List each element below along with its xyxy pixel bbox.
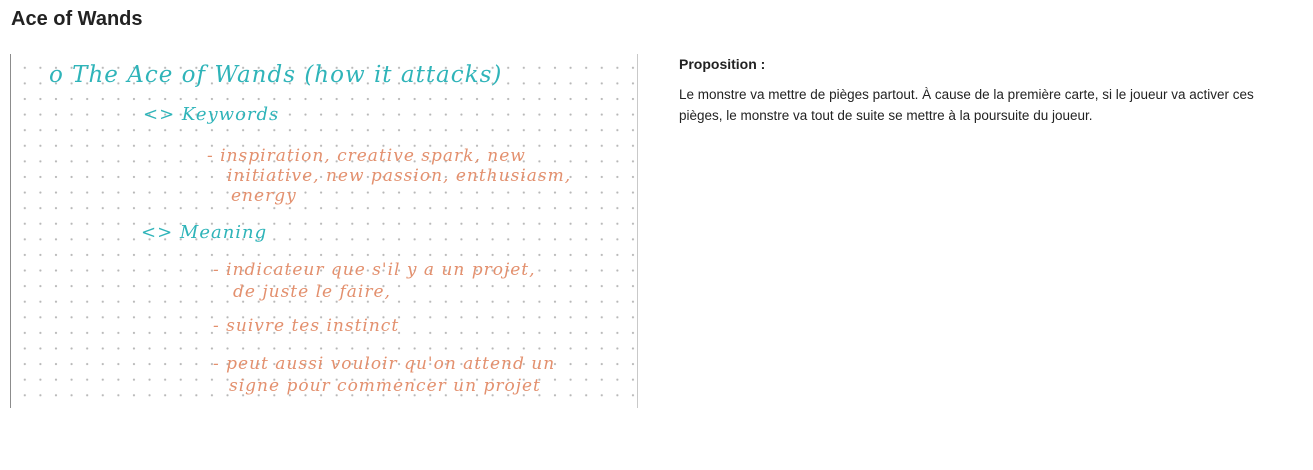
handwritten-notes-image: o The Ace of Wands (how it attacks) <> K… bbox=[10, 54, 638, 408]
meaning-line: - suivre tes instinct bbox=[213, 316, 400, 336]
meaning-label: <> Meaning bbox=[141, 222, 268, 243]
proposition-section: Proposition : Le monstre va mettre de pi… bbox=[679, 56, 1299, 126]
meaning-line: - peut aussi vouloir qu'on attend un bbox=[213, 354, 556, 374]
keywords-line: - inspiration, creative spark, new bbox=[207, 146, 526, 166]
proposition-text: Le monstre va mettre de pièges partout. … bbox=[679, 87, 1254, 123]
meaning-line: de juste le faire, bbox=[233, 282, 391, 302]
notes-heading: o The Ace of Wands (how it attacks) bbox=[49, 62, 503, 88]
meaning-line: signe pour commencer un projet bbox=[229, 376, 541, 396]
proposition-label: Proposition : bbox=[679, 56, 766, 72]
page-title: Ace of Wands bbox=[11, 8, 143, 30]
keywords-line: energy bbox=[231, 186, 297, 206]
keywords-label: <> Keywords bbox=[143, 104, 280, 125]
keywords-line: initiative, new passion, enthusiasm, bbox=[227, 166, 572, 186]
meaning-line: - indicateur que s'il y a un projet, bbox=[213, 260, 536, 280]
